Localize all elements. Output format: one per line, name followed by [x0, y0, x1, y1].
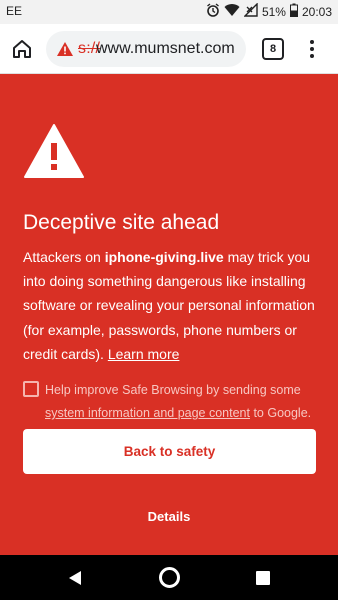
not-secure-warning-icon[interactable] [56, 41, 74, 57]
wifi-icon [224, 3, 240, 20]
safe-browsing-suffix: to Google. [249, 406, 312, 420]
details-button[interactable]: Details [130, 507, 208, 527]
deceptive-domain: iphone-giving.live [104, 249, 224, 265]
cellular-no-signal-icon [243, 2, 258, 20]
home-button[interactable] [10, 37, 34, 61]
back-to-safety-button[interactable]: Back to safety [23, 429, 316, 474]
description-prefix: Attackers on [23, 249, 105, 265]
learn-more-link[interactable]: Learn more [108, 346, 180, 362]
home-circle-icon[interactable] [159, 567, 180, 588]
system-nav-bar [0, 555, 338, 600]
browser-toolbar: s:// www.mumsnet.com 8 [0, 24, 338, 74]
tab-switcher-button[interactable]: 8 [262, 38, 284, 60]
url-host: www.mumsnet.com [96, 40, 235, 57]
more-vert-icon[interactable] [304, 38, 320, 60]
back-triangle-icon[interactable] [66, 569, 84, 587]
alarm-icon [206, 3, 220, 20]
battery-icon [289, 3, 298, 20]
page-title: Deceptive site ahead [23, 211, 220, 234]
battery-percent: 51% [261, 4, 286, 19]
safe-browsing-text: Help improve Safe Browsing by sending so… [45, 383, 301, 397]
url-bar[interactable]: s:// www.mumsnet.com [46, 31, 246, 67]
clock: 20:03 [301, 4, 332, 19]
status-bar: EE 51% 20:03 [0, 0, 338, 24]
carrier-label: EE [6, 4, 23, 18]
safe-browsing-checkbox[interactable] [23, 381, 39, 397]
warning-triangle-icon [23, 123, 85, 179]
status-icons: 51% 20:03 [206, 2, 332, 20]
home-icon [13, 40, 31, 58]
warning-description: Attackers on iphone-giving.live may tric… [23, 245, 323, 366]
safe-browsing-label: Help improve Safe Browsing by sending so… [45, 379, 320, 425]
safe-browsing-link[interactable]: system information and page content [45, 406, 250, 420]
recents-square-icon[interactable] [256, 571, 270, 585]
safe-browsing-interstitial: Deceptive site ahead Attackers on iphone… [0, 75, 338, 555]
